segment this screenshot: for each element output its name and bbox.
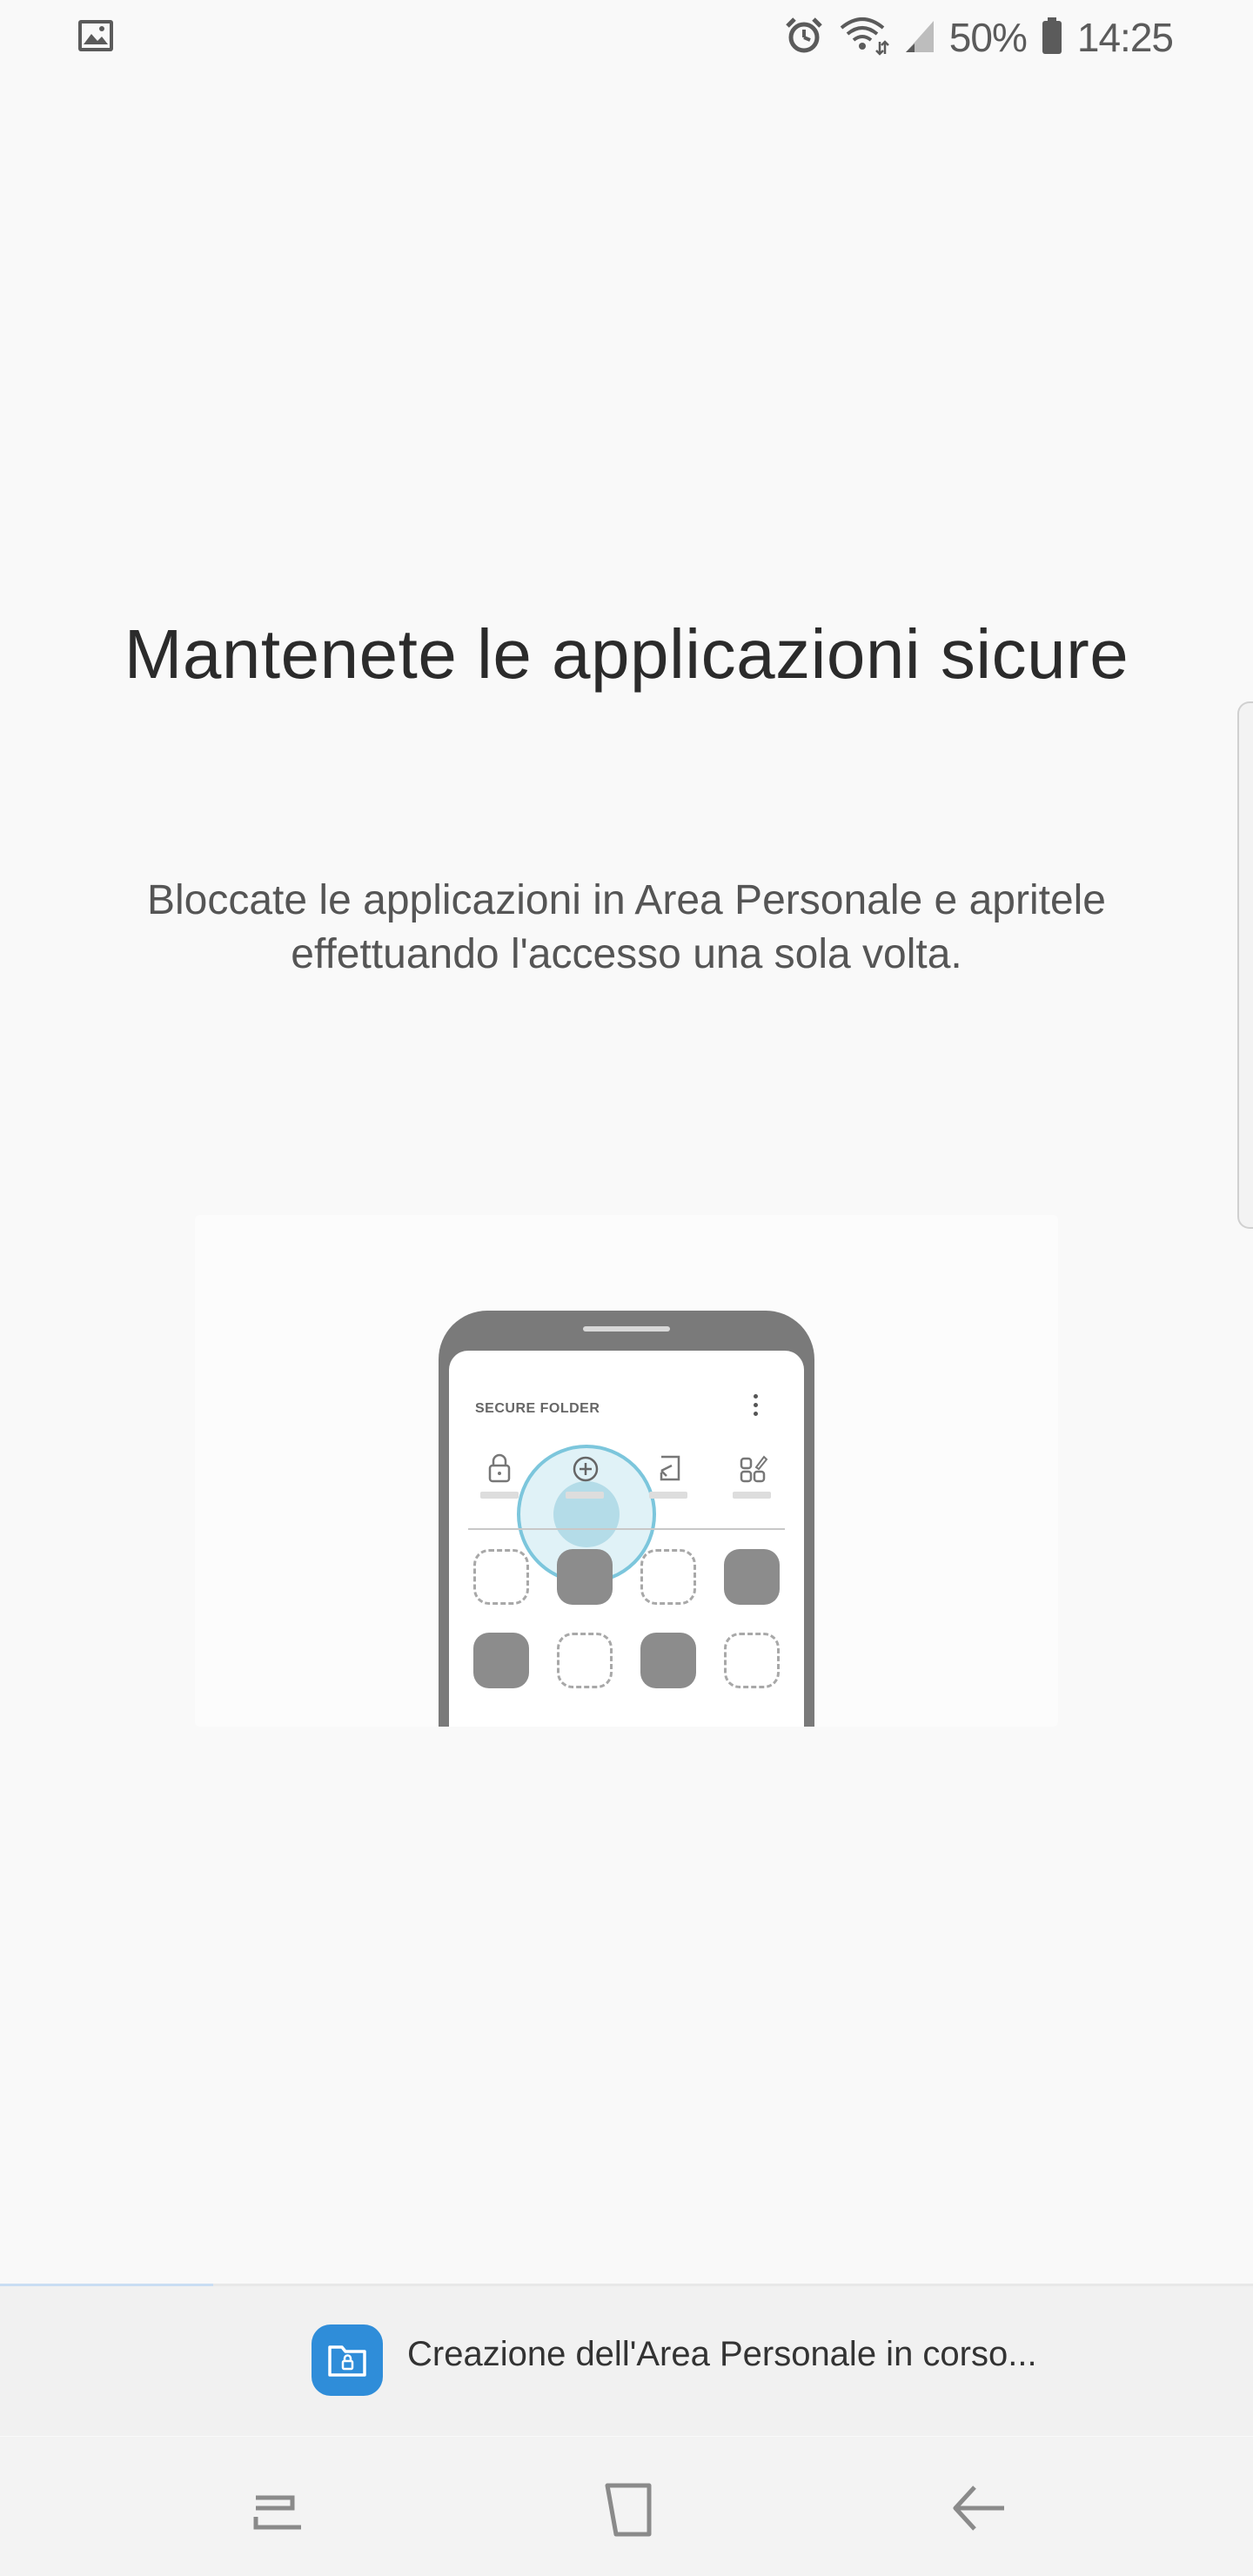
creation-status-bar: Creazione dell'Area Personale in corso..… bbox=[0, 2286, 1253, 2436]
import-icon bbox=[642, 1452, 694, 1504]
battery-icon bbox=[1041, 16, 1063, 60]
alarm-icon bbox=[784, 16, 824, 60]
navigation-bar bbox=[0, 2437, 1253, 2576]
app-tile-placeholder bbox=[473, 1549, 529, 1605]
more-options-icon bbox=[754, 1394, 759, 1416]
app-grid bbox=[473, 1549, 787, 1723]
secure-folder-toolbar bbox=[449, 1452, 804, 1504]
status-bar: 50% 14:25 bbox=[0, 0, 1253, 75]
app-tile-placeholder bbox=[724, 1633, 780, 1688]
wifi-icon bbox=[838, 16, 890, 60]
home-button[interactable] bbox=[593, 2475, 663, 2545]
back-button[interactable] bbox=[945, 2475, 1015, 2545]
recents-icon bbox=[253, 2495, 301, 2530]
secure-folder-icon bbox=[312, 2324, 383, 2396]
add-icon bbox=[559, 1452, 611, 1504]
page-title: Mantenete le applicazioni sicure bbox=[124, 615, 1129, 693]
edge-panel-handle[interactable] bbox=[1237, 701, 1253, 1229]
recents-button[interactable] bbox=[244, 2475, 313, 2545]
battery-percent: 50% bbox=[948, 15, 1028, 60]
phone-illustration: SECURE FOLDER bbox=[439, 1311, 814, 1727]
page-description: Bloccate le applicazioni in Area Persona… bbox=[146, 877, 1106, 977]
signal-icon bbox=[904, 17, 935, 58]
back-icon bbox=[953, 2485, 1004, 2531]
app-tile-filled bbox=[473, 1633, 529, 1688]
app-tile-placeholder bbox=[557, 1633, 613, 1688]
creation-status-text: Creazione dell'Area Personale in corso..… bbox=[407, 2335, 1037, 2373]
image-icon bbox=[77, 18, 115, 57]
apps-icon bbox=[726, 1452, 778, 1504]
app-tile-filled bbox=[557, 1549, 613, 1605]
setup-screen: 50% 14:25 Mantenete le applicazioni sicu… bbox=[0, 0, 1253, 2576]
lock-icon bbox=[473, 1452, 526, 1504]
phone-screen: SECURE FOLDER bbox=[449, 1351, 804, 1727]
phone-speaker bbox=[583, 1326, 670, 1332]
home-icon bbox=[605, 2483, 652, 2537]
app-tile-placeholder bbox=[640, 1549, 696, 1605]
app-tile-filled bbox=[724, 1549, 780, 1605]
divider bbox=[468, 1528, 785, 1530]
clock: 14:25 bbox=[1076, 15, 1174, 60]
app-tile-filled bbox=[640, 1633, 696, 1688]
secure-folder-illustration: SECURE FOLDER bbox=[195, 1215, 1058, 1727]
secure-folder-label: SECURE FOLDER bbox=[475, 1401, 600, 1416]
